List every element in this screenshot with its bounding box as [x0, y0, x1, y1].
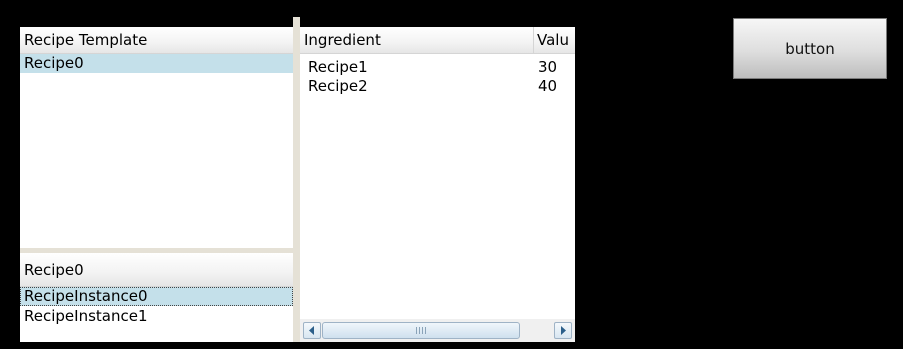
vertical-splitter[interactable]	[293, 17, 300, 342]
recipe-instance-list[interactable]: Recipe0 RecipeInstance0 RecipeInstance1	[20, 253, 293, 342]
grip-icon	[416, 327, 426, 334]
chevron-right-icon	[561, 326, 566, 335]
ingredient-row[interactable]: Recipe2 40	[300, 77, 575, 96]
ingredient-grid[interactable]: Ingredient Valu Recipe1 30 Recipe2 40	[300, 27, 575, 342]
value-cell: 30	[538, 58, 558, 76]
recipe-instance-item[interactable]: RecipeInstance1	[20, 307, 293, 326]
value-cell: 40	[538, 77, 558, 95]
recipe-instance-item[interactable]: RecipeInstance0	[20, 287, 293, 306]
horizontal-scrollbar[interactable]	[300, 319, 575, 342]
ingredient-cell: Recipe2	[308, 77, 368, 95]
chevron-left-icon	[309, 326, 314, 335]
recipe-template-list[interactable]: Recipe Template Recipe0	[20, 27, 293, 248]
value-column-header[interactable]: Valu	[534, 27, 575, 54]
scroll-thumb[interactable]	[322, 322, 520, 339]
ingredient-row[interactable]: Recipe1 30	[300, 58, 575, 77]
recipe-instance-header[interactable]: Recipe0	[20, 253, 293, 287]
recipe-template-header[interactable]: Recipe Template	[20, 27, 293, 54]
scroll-right-button[interactable]	[554, 322, 572, 339]
recipe-template-item[interactable]: Recipe0	[20, 54, 293, 73]
action-button[interactable]: button	[733, 18, 887, 79]
scroll-left-button[interactable]	[303, 322, 321, 339]
ingredient-column-header[interactable]: Ingredient	[300, 27, 533, 54]
ingredient-cell: Recipe1	[308, 58, 368, 76]
